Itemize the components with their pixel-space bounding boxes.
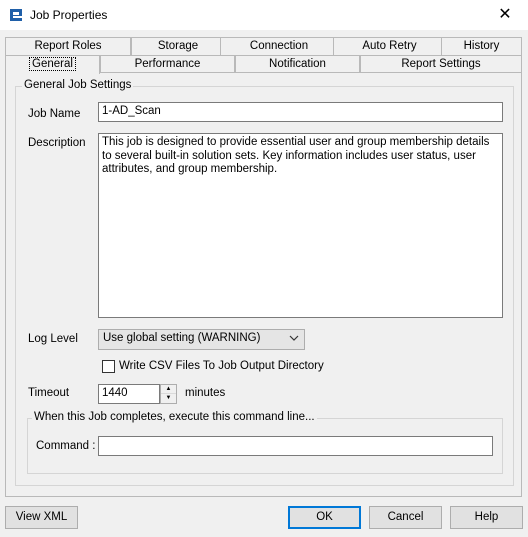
title-bar: Job Properties ✕ <box>0 0 528 30</box>
chevron-down-icon <box>289 335 299 341</box>
tab-label: Storage <box>157 40 199 52</box>
tab-performance[interactable]: Performance <box>100 55 235 73</box>
log-level-select[interactable]: Use global setting (WARNING) <box>98 329 305 350</box>
tab-history[interactable]: History <box>441 37 522 55</box>
timeout-unit: minutes <box>185 387 226 399</box>
tab-label: Report Settings <box>401 58 481 70</box>
timeout-stepper[interactable]: ▲ ▼ <box>160 384 177 404</box>
write-csv-checkbox[interactable] <box>102 360 115 373</box>
write-csv-label[interactable]: Write CSV Files To Job Output Directory <box>119 360 324 372</box>
tab-label: Auto Retry <box>362 40 417 52</box>
timeout-field[interactable]: 1440 <box>98 384 160 404</box>
help-button[interactable]: Help <box>450 506 523 529</box>
close-button[interactable]: ✕ <box>482 0 528 30</box>
stepper-down-icon[interactable]: ▼ <box>161 394 176 403</box>
tab-storage[interactable]: Storage <box>131 37 225 55</box>
cancel-button[interactable]: Cancel <box>369 506 442 529</box>
tab-label: Report Roles <box>34 40 102 52</box>
window-title: Job Properties <box>30 8 108 22</box>
timeout-label: Timeout <box>28 387 70 399</box>
close-icon: ✕ <box>498 6 512 23</box>
tab-report-roles[interactable]: Report Roles <box>5 37 131 55</box>
log-level-value: Use global setting (WARNING) <box>103 332 261 344</box>
description-label: Description <box>28 137 86 149</box>
tab-connection[interactable]: Connection <box>220 37 338 55</box>
job-name-field[interactable]: 1-AD_Scan <box>98 102 503 122</box>
view-xml-button[interactable]: View XML <box>5 506 78 529</box>
tab-general[interactable]: General <box>5 55 100 74</box>
command-field[interactable] <box>98 436 493 456</box>
tab-notification[interactable]: Notification <box>235 55 360 73</box>
description-field[interactable]: This job is designed to provide essentia… <box>98 133 503 318</box>
command-group-title: When this Job completes, execute this co… <box>32 411 317 423</box>
log-level-label: Log Level <box>28 333 78 345</box>
ok-button[interactable]: OK <box>288 506 361 529</box>
tab-label: Performance <box>134 58 201 70</box>
tab-auto-retry[interactable]: Auto Retry <box>333 37 446 55</box>
tab-label: History <box>463 40 500 52</box>
tab-label: Connection <box>249 40 309 52</box>
command-label: Command : <box>36 440 96 452</box>
tab-report-settings[interactable]: Report Settings <box>360 55 522 73</box>
tab-label: Notification <box>269 58 326 70</box>
stepper-up-icon[interactable]: ▲ <box>161 385 176 394</box>
app-icon <box>10 9 22 21</box>
tab-label: General <box>29 57 76 71</box>
general-settings-group-title: General Job Settings <box>22 79 134 91</box>
job-name-label: Job Name <box>28 108 81 120</box>
